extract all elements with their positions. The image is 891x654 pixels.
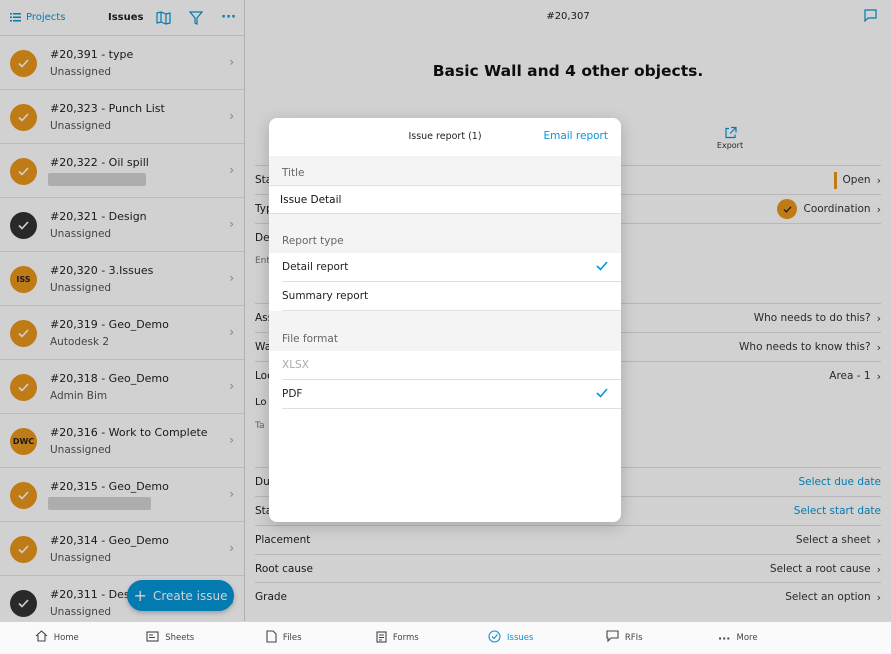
file-format-list: XLSX PDF [269, 351, 621, 409]
report-type-section-header: Report type [269, 214, 621, 253]
forms-icon [376, 630, 387, 647]
nav-label: Home [53, 633, 79, 643]
title-section-header: Title [269, 156, 621, 185]
option-label: XLSX [282, 359, 309, 371]
nav-label: Files [282, 633, 302, 643]
rfis-icon [606, 630, 619, 646]
option-label: Detail report [282, 261, 349, 273]
email-report-button[interactable]: Email report [543, 130, 608, 142]
option-label: Summary report [282, 290, 369, 302]
nav-item-home[interactable]: Home [0, 622, 114, 654]
issue-report-dialog: Issue report (1) Email report Title Issu… [269, 118, 621, 522]
sheets-icon [146, 630, 159, 646]
nav-label: More [736, 633, 758, 643]
nav-item-more[interactable]: ··· More [681, 622, 795, 654]
nav-label: Forms [392, 633, 419, 643]
nav-item-forms[interactable]: Forms [341, 622, 455, 654]
checkmark-icon [596, 259, 608, 275]
option-row[interactable]: Detail report [282, 253, 621, 282]
file-format-section-header: File format [269, 311, 621, 351]
report-type-list: Detail report Summary report [269, 253, 621, 311]
nav-label: Issues [507, 633, 534, 643]
option-row: XLSX [282, 351, 621, 380]
bottom-navigation: Home Sheets Files Forms Issues RFIs ··· More [0, 621, 891, 654]
files-icon [266, 629, 277, 647]
nav-item-rfis[interactable]: RFIs [568, 622, 682, 654]
issues-icon [488, 629, 501, 647]
option-label: PDF [282, 388, 303, 400]
home-icon [35, 630, 48, 646]
dialog-header: Issue report (1) Email report [269, 118, 621, 156]
nav-item-files[interactable]: Files [227, 622, 341, 654]
checkmark-icon [596, 386, 608, 402]
nav-label: RFIs [624, 633, 643, 643]
nav-label: Sheets [165, 633, 195, 643]
option-row[interactable]: PDF [282, 380, 621, 409]
option-row[interactable]: Summary report [282, 282, 621, 311]
report-title-input[interactable]: Issue Detail [269, 185, 621, 214]
nav-item-issues[interactable]: Issues [454, 622, 568, 654]
more-icon: ··· [717, 631, 731, 645]
nav-item-sheets[interactable]: Sheets [114, 622, 228, 654]
